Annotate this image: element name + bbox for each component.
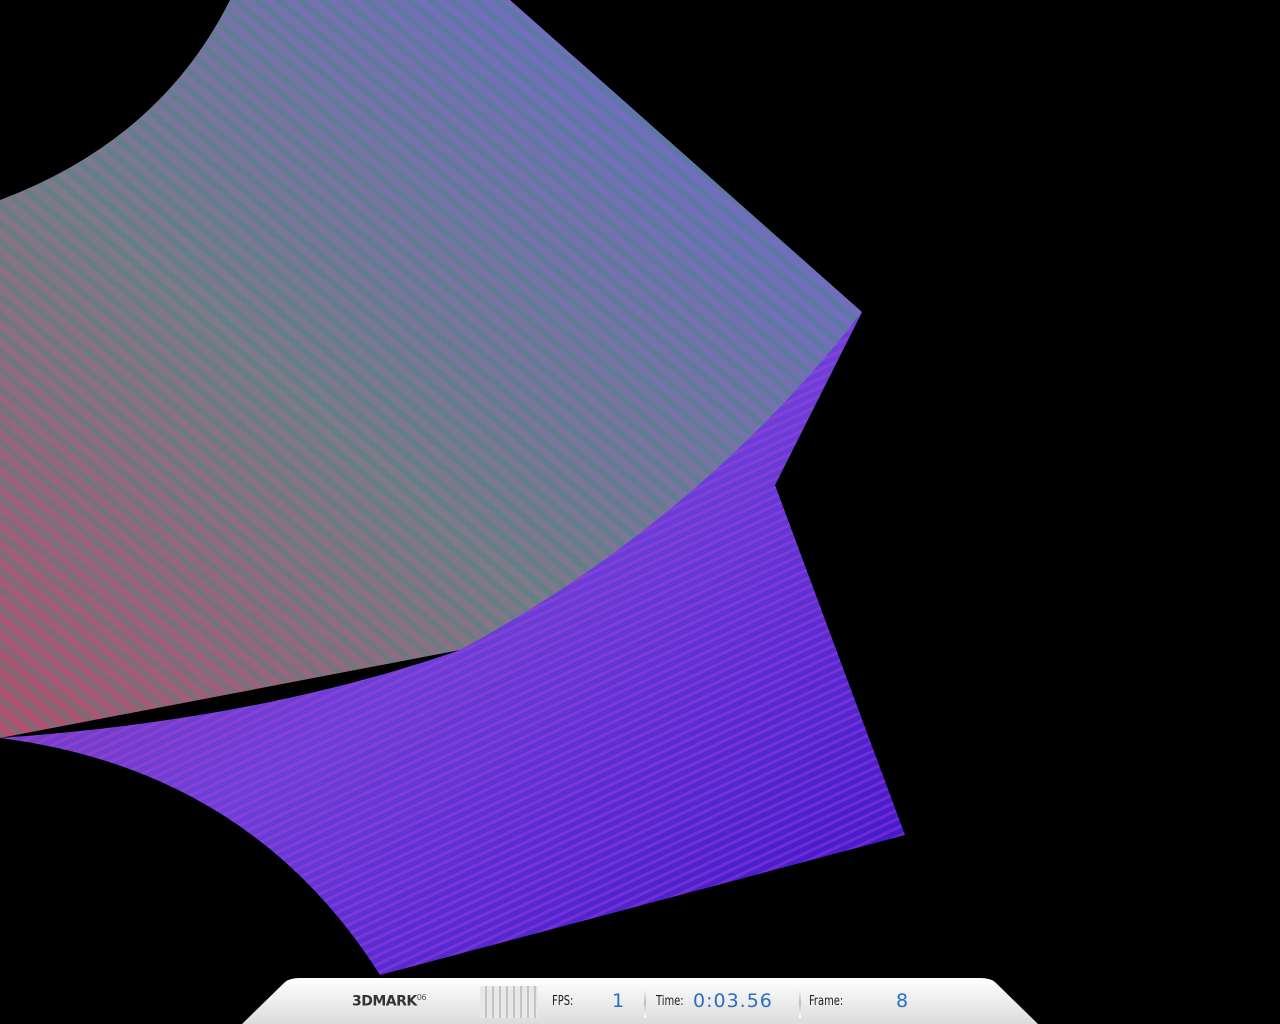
divider: [644, 988, 646, 1018]
fps-label: FPS:: [552, 994, 574, 1009]
decorative-grille: [480, 986, 538, 1018]
time-label: Time:: [656, 994, 684, 1009]
fps-value: 1: [612, 990, 626, 1012]
time-value: 0:03.56: [693, 990, 773, 1012]
rendered-3d-scene: [0, 0, 905, 975]
3dmark-logo: 3DMARK06: [352, 993, 426, 1010]
benchmark-status-bar: [242, 978, 1038, 1024]
logo-version: 06: [416, 993, 427, 1002]
divider: [799, 988, 801, 1018]
logo-text: 3DMARK: [352, 993, 417, 1010]
frame-label: Frame:: [809, 994, 844, 1009]
frame-value: 8: [896, 990, 910, 1012]
